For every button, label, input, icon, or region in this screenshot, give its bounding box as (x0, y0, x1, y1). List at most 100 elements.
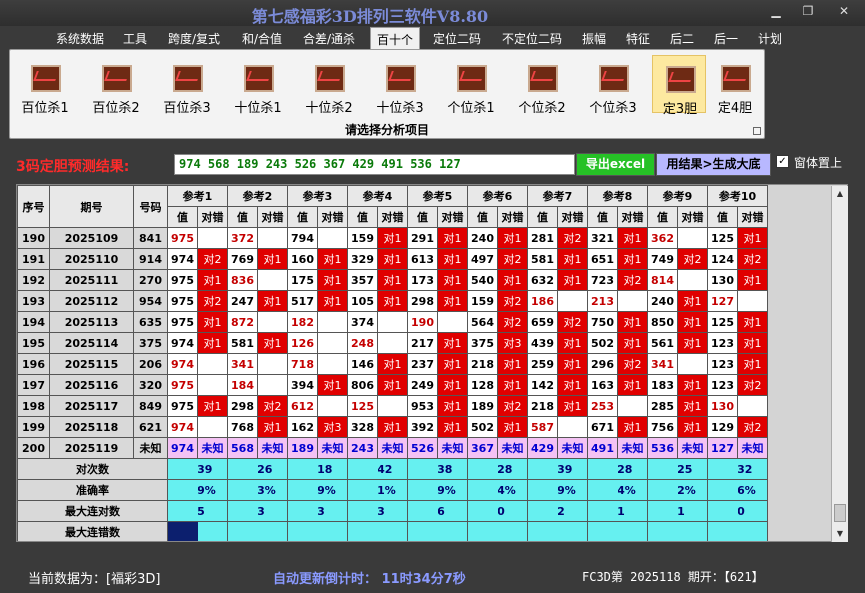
close-icon[interactable]: ✕ (836, 4, 852, 18)
stats-value: 59% (317, 479, 348, 501)
value-cell: 362 (647, 227, 678, 249)
hit-cell: 对1 (437, 416, 468, 438)
menu-item[interactable]: 不定位二码 (502, 30, 562, 47)
ribbon-button[interactable]: 个位杀3 (583, 55, 643, 116)
data-grid[interactable]: 序号 期号 号码 参考1 参考2 参考3 参考4 参考5 参考6 参考7 参考8 参考9 参考10 值对错… (16, 184, 848, 542)
result-field[interactable]: 974 568 189 243 526 367 429 491 536 127 (174, 154, 575, 175)
scroll-up-icon[interactable]: ▲ (832, 186, 848, 202)
menu-item[interactable]: 跨度/复式 (168, 30, 220, 47)
hit-cell: 对1 (437, 395, 468, 417)
number-cell: 320 (133, 374, 168, 396)
hit-cell: 对1 (497, 416, 528, 438)
stats-row: 准确率 69% 63% 59% 71% 69% 64% 69% 64% 62% 66% (17, 479, 768, 501)
menu-item[interactable]: 定位二码 (433, 30, 481, 47)
value-cell: 526 (407, 437, 438, 459)
ribbon-button-selected[interactable]: 定3胆 (652, 55, 706, 117)
hit-cell (317, 311, 348, 333)
hit-cell (557, 290, 588, 312)
hit-cell (317, 395, 348, 417)
hit-cell: 对1 (317, 248, 348, 270)
issue-cell: 2025119 (49, 437, 134, 459)
value-cell: 975 (167, 227, 198, 249)
value-cell: 123 (707, 332, 738, 354)
ribbon-button[interactable]: 百位杀1 (15, 55, 75, 116)
hit-cell: 对3 (497, 332, 528, 354)
ribbon-button[interactable]: 十位杀1 (228, 55, 288, 116)
generate-base-button[interactable]: 用结果>生成大底 (656, 153, 771, 176)
hit-cell: 对1 (437, 374, 468, 396)
number-cell: 270 (133, 269, 168, 291)
value-cell: 769 (227, 248, 258, 270)
menu-item[interactable]: 工具 (123, 30, 147, 47)
stats-value: 5 (737, 521, 768, 541)
scroll-thumb[interactable] (834, 504, 846, 522)
value-cell: 974 (167, 248, 198, 270)
value-cell: 718 (287, 353, 318, 375)
value-cell: 723 (587, 269, 618, 291)
value-cell: 259 (527, 353, 558, 375)
topmost-checkbox[interactable]: ✓ (776, 155, 789, 168)
menu-item-selected[interactable]: 百十个 (370, 27, 421, 49)
hit-cell (257, 353, 288, 375)
restore-icon[interactable]: ❐ (800, 4, 816, 18)
ribbon-button[interactable]: 十位杀3 (370, 55, 430, 116)
hit-cell (317, 332, 348, 354)
value-cell: 243 (347, 437, 378, 459)
value-cell: 806 (347, 374, 378, 396)
menu-item[interactable]: 系统数据 (56, 30, 104, 47)
hit-cell (257, 227, 288, 249)
menu-item[interactable]: 和/合值 (242, 30, 282, 47)
stats-spacer (167, 521, 198, 541)
minimize-icon[interactable]: ▁ (768, 4, 784, 18)
table-row: 194 2025113 635 975 对1 872 182 374 190 564 对2 659 对2… (17, 311, 768, 333)
stats-spacer (527, 458, 558, 480)
value-cell: 190 (407, 311, 438, 333)
ribbon-button[interactable]: 十位杀2 (299, 55, 359, 116)
ribbon-button[interactable]: 个位杀1 (441, 55, 501, 116)
value-cell: 768 (227, 416, 258, 438)
value-cell: 974 (167, 353, 198, 375)
window-title: 第七感福彩3D排列三软件V8.80 (251, 7, 489, 26)
value-cell: 162 (287, 416, 318, 438)
hit-cell: 对1 (557, 395, 588, 417)
value-cell: 794 (287, 227, 318, 249)
menu-item[interactable]: 特征 (626, 30, 650, 47)
value-cell: 974 (167, 437, 198, 459)
value-cell: 502 (587, 332, 618, 354)
value-cell: 240 (467, 227, 498, 249)
stats-value: 142 (377, 458, 408, 480)
stats-value: 132 (737, 458, 768, 480)
vertical-scrollbar[interactable]: ▲ ▼ (831, 186, 848, 542)
column-header: 号码 (133, 185, 168, 228)
scroll-down-icon[interactable]: ▼ (832, 526, 848, 542)
prediction-table: 序号 期号 号码 参考1 参考2 参考3 参考4 参考5 参考6 参考7 参考8 参考9 参考10 值对错… (17, 185, 768, 541)
issue-cell: 2025114 (49, 332, 134, 354)
value-cell: 491 (587, 437, 618, 459)
value-cell: 105 (347, 290, 378, 312)
chart-icon (666, 66, 696, 93)
menu-item[interactable]: 后一 (714, 30, 738, 47)
ribbon-button[interactable]: 个位杀2 (512, 55, 572, 116)
chart-icon (315, 65, 345, 92)
ribbon-button[interactable]: 百位杀3 (157, 55, 217, 116)
ref-header: 参考4 (347, 185, 408, 207)
menu-item[interactable]: 后二 (670, 30, 694, 47)
value-cell: 328 (347, 416, 378, 438)
export-excel-button[interactable]: 导出excel (576, 153, 655, 176)
value-cell: 124 (707, 248, 738, 270)
seq-cell: 200 (17, 437, 50, 459)
ribbon-button[interactable]: 定4胆 (708, 55, 762, 116)
stats-value: 128 (617, 458, 648, 480)
hit-cell: 对1 (257, 332, 288, 354)
menu-item[interactable]: 计划 (758, 30, 782, 47)
hit-cell: 对1 (737, 332, 768, 354)
hit-cell: 对1 (197, 332, 228, 354)
value-cell: 756 (647, 416, 678, 438)
menu-item[interactable]: 振幅 (582, 30, 606, 47)
hit-cell (257, 311, 288, 333)
issue-cell: 2025117 (49, 395, 134, 417)
ribbon-button[interactable]: 百位杀2 (86, 55, 146, 116)
expand-icon[interactable] (753, 127, 761, 135)
hit-cell: 对1 (377, 374, 408, 396)
menu-item[interactable]: 合差/通杀 (303, 30, 355, 47)
